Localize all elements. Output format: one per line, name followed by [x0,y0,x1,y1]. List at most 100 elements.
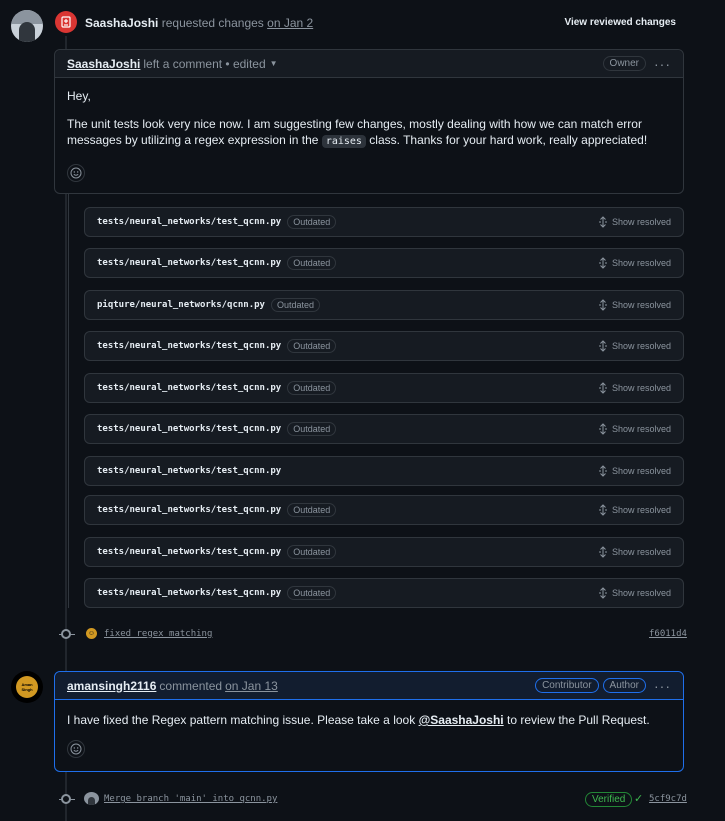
commit-2-author-avatar[interactable] [84,792,99,805]
show-resolved-button[interactable]: Show resolved [598,257,671,269]
show-resolved-button[interactable]: Show resolved [598,587,671,599]
review-date-link[interactable]: on Jan 2 [267,16,313,30]
commit-node-icon [61,794,71,804]
comment-author-link[interactable]: SaashaJoshi [67,57,140,71]
show-resolved-button[interactable]: Show resolved [598,465,671,477]
changes-requested-badge [55,11,77,33]
comment-2-header: amansingh2116 commented on Jan 13 Contri… [55,672,683,700]
file-row[interactable]: piqture/neural_networks/qcnn.py Outdated S… [84,290,684,320]
file-row[interactable]: tests/neural_networks/test_qcnn.py Show r… [84,456,684,486]
avatar-logo: Aman Singh [16,676,38,698]
outdated-badge: Outdated [287,545,337,559]
add-reaction-button[interactable] [67,740,85,758]
show-resolved-button[interactable]: Show resolved [598,546,671,558]
commit-2-message-link[interactable]: Merge branch 'main' into qcnn.py [104,794,277,804]
comment-2-date-link[interactable]: on Jan 13 [225,679,278,693]
show-resolved-label: Show resolved [611,588,671,598]
check-icon: ✓ [634,793,644,805]
comment-box-2: amansingh2116 commented on Jan 13 Contri… [54,671,684,772]
file-row[interactable]: tests/neural_networks/test_qcnn.py Outdat… [84,537,684,567]
outdated-badge: Outdated [287,586,337,600]
file-row[interactable]: tests/neural_networks/test_qcnn.py Outdat… [84,578,684,608]
file-row[interactable]: tests/neural_networks/test_qcnn.py Outdat… [84,373,684,403]
unfold-icon [598,465,607,477]
file-row[interactable]: tests/neural_networks/test_qcnn.py Outdat… [84,414,684,444]
file-path-link[interactable]: tests/neural_networks/test_qcnn.py [97,424,281,434]
show-resolved-button[interactable]: Show resolved [598,504,671,516]
commit-2-sha-link[interactable]: 5cf9c7d [649,794,687,804]
reviewer-avatar[interactable] [11,10,43,42]
comment-2-text-1: I have fixed the Regex pattern matching … [67,713,416,727]
commit-message-link[interactable]: fixed regex matching [104,629,212,639]
file-path-link[interactable]: tests/neural_networks/test_qcnn.py [97,466,281,476]
commit-node-icon [61,629,71,639]
file-path-link[interactable]: tests/neural_networks/test_qcnn.py [97,217,281,227]
commenter-avatar[interactable]: Aman Singh [11,671,43,703]
file-path-link[interactable]: tests/neural_networks/test_qcnn.py [97,588,281,598]
unfold-icon [598,546,607,558]
unfold-icon [598,340,607,352]
comment-body: Hey, The unit tests look very nice now. … [55,78,683,192]
review-author-link[interactable]: SaashaJoshi [85,16,158,30]
unfold-icon [598,504,607,516]
comment-2-text-2: to review the Pull Request. [506,713,650,727]
comment-2-body: I have fixed the Regex pattern matching … [55,700,683,768]
show-resolved-button[interactable]: Show resolved [598,216,671,228]
unfold-icon [598,216,607,228]
file-path-link[interactable]: tests/neural_networks/test_qcnn.py [97,383,281,393]
comment-2-author-link[interactable]: amansingh2116 [67,679,156,693]
show-resolved-label: Show resolved [611,466,671,476]
comment-2-paragraph: I have fixed the Regex pattern matching … [67,712,671,728]
comment-header: SaashaJoshi left a comment • edited ▼ Ow… [55,50,683,78]
file-diff-icon [61,16,71,28]
outdated-badge: Outdated [287,215,337,229]
show-resolved-label: Show resolved [611,341,671,351]
contributor-badge: Contributor [535,678,599,693]
file-path-link[interactable]: tests/neural_networks/test_qcnn.py [97,547,281,557]
comment-greeting: Hey, [67,89,91,103]
file-row[interactable]: tests/neural_networks/test_qcnn.py Outdat… [84,495,684,525]
show-resolved-label: Show resolved [611,547,671,557]
unfold-icon [598,257,607,269]
outdated-badge: Outdated [270,298,321,312]
file-row[interactable]: tests/neural_networks/test_qcnn.py Outdat… [84,331,684,361]
review-header: SaashaJoshi requested changes on Jan 2 [85,16,313,30]
thread-line [68,194,69,608]
commit-sha-link[interactable]: f6011d4 [649,629,687,639]
inline-code: raises [321,135,366,148]
file-path-link[interactable]: tests/neural_networks/test_qcnn.py [97,341,281,351]
view-reviewed-changes-button[interactable]: View reviewed changes [564,17,676,28]
show-resolved-button[interactable]: Show resolved [598,382,671,394]
outdated-badge: Outdated [287,256,337,270]
smiley-icon [70,167,82,179]
show-resolved-button[interactable]: Show resolved [598,340,671,352]
kebab-menu-icon[interactable]: ··· [654,678,671,694]
verified-badge[interactable]: Verified [585,792,633,807]
file-path-link[interactable]: tests/neural_networks/test_qcnn.py [97,258,281,268]
file-row[interactable]: tests/neural_networks/test_qcnn.py Outdat… [84,207,684,237]
comment-meta[interactable]: left a comment • edited [143,57,265,71]
unfold-icon [598,382,607,394]
add-reaction-button[interactable] [67,164,85,182]
outdated-badge: Outdated [287,422,337,436]
outdated-badge: Outdated [287,381,337,395]
kebab-menu-icon[interactable]: ··· [654,56,671,72]
commit-author-avatar[interactable]: ☺ [86,628,97,639]
owner-badge: Owner [602,56,646,71]
file-row[interactable]: tests/neural_networks/test_qcnn.py Outdat… [84,248,684,278]
chevron-down-icon[interactable]: ▼ [270,59,278,68]
author-badge: Author [602,678,646,693]
comment-2-action: commented [159,678,223,693]
show-resolved-label: Show resolved [611,424,671,434]
show-resolved-button[interactable]: Show resolved [598,299,671,311]
show-resolved-label: Show resolved [611,505,671,515]
show-resolved-button[interactable]: Show resolved [598,423,671,435]
unfold-icon [598,299,607,311]
review-action: requested changes [161,16,264,30]
file-path-link[interactable]: tests/neural_networks/test_qcnn.py [97,505,281,515]
show-resolved-label: Show resolved [611,383,671,393]
mention-link[interactable]: @SaashaJoshi [419,713,504,727]
unfold-icon [598,423,607,435]
file-path-link[interactable]: piqture/neural_networks/qcnn.py [97,300,265,310]
review-comment-box: SaashaJoshi left a comment • edited ▼ Ow… [54,49,684,194]
